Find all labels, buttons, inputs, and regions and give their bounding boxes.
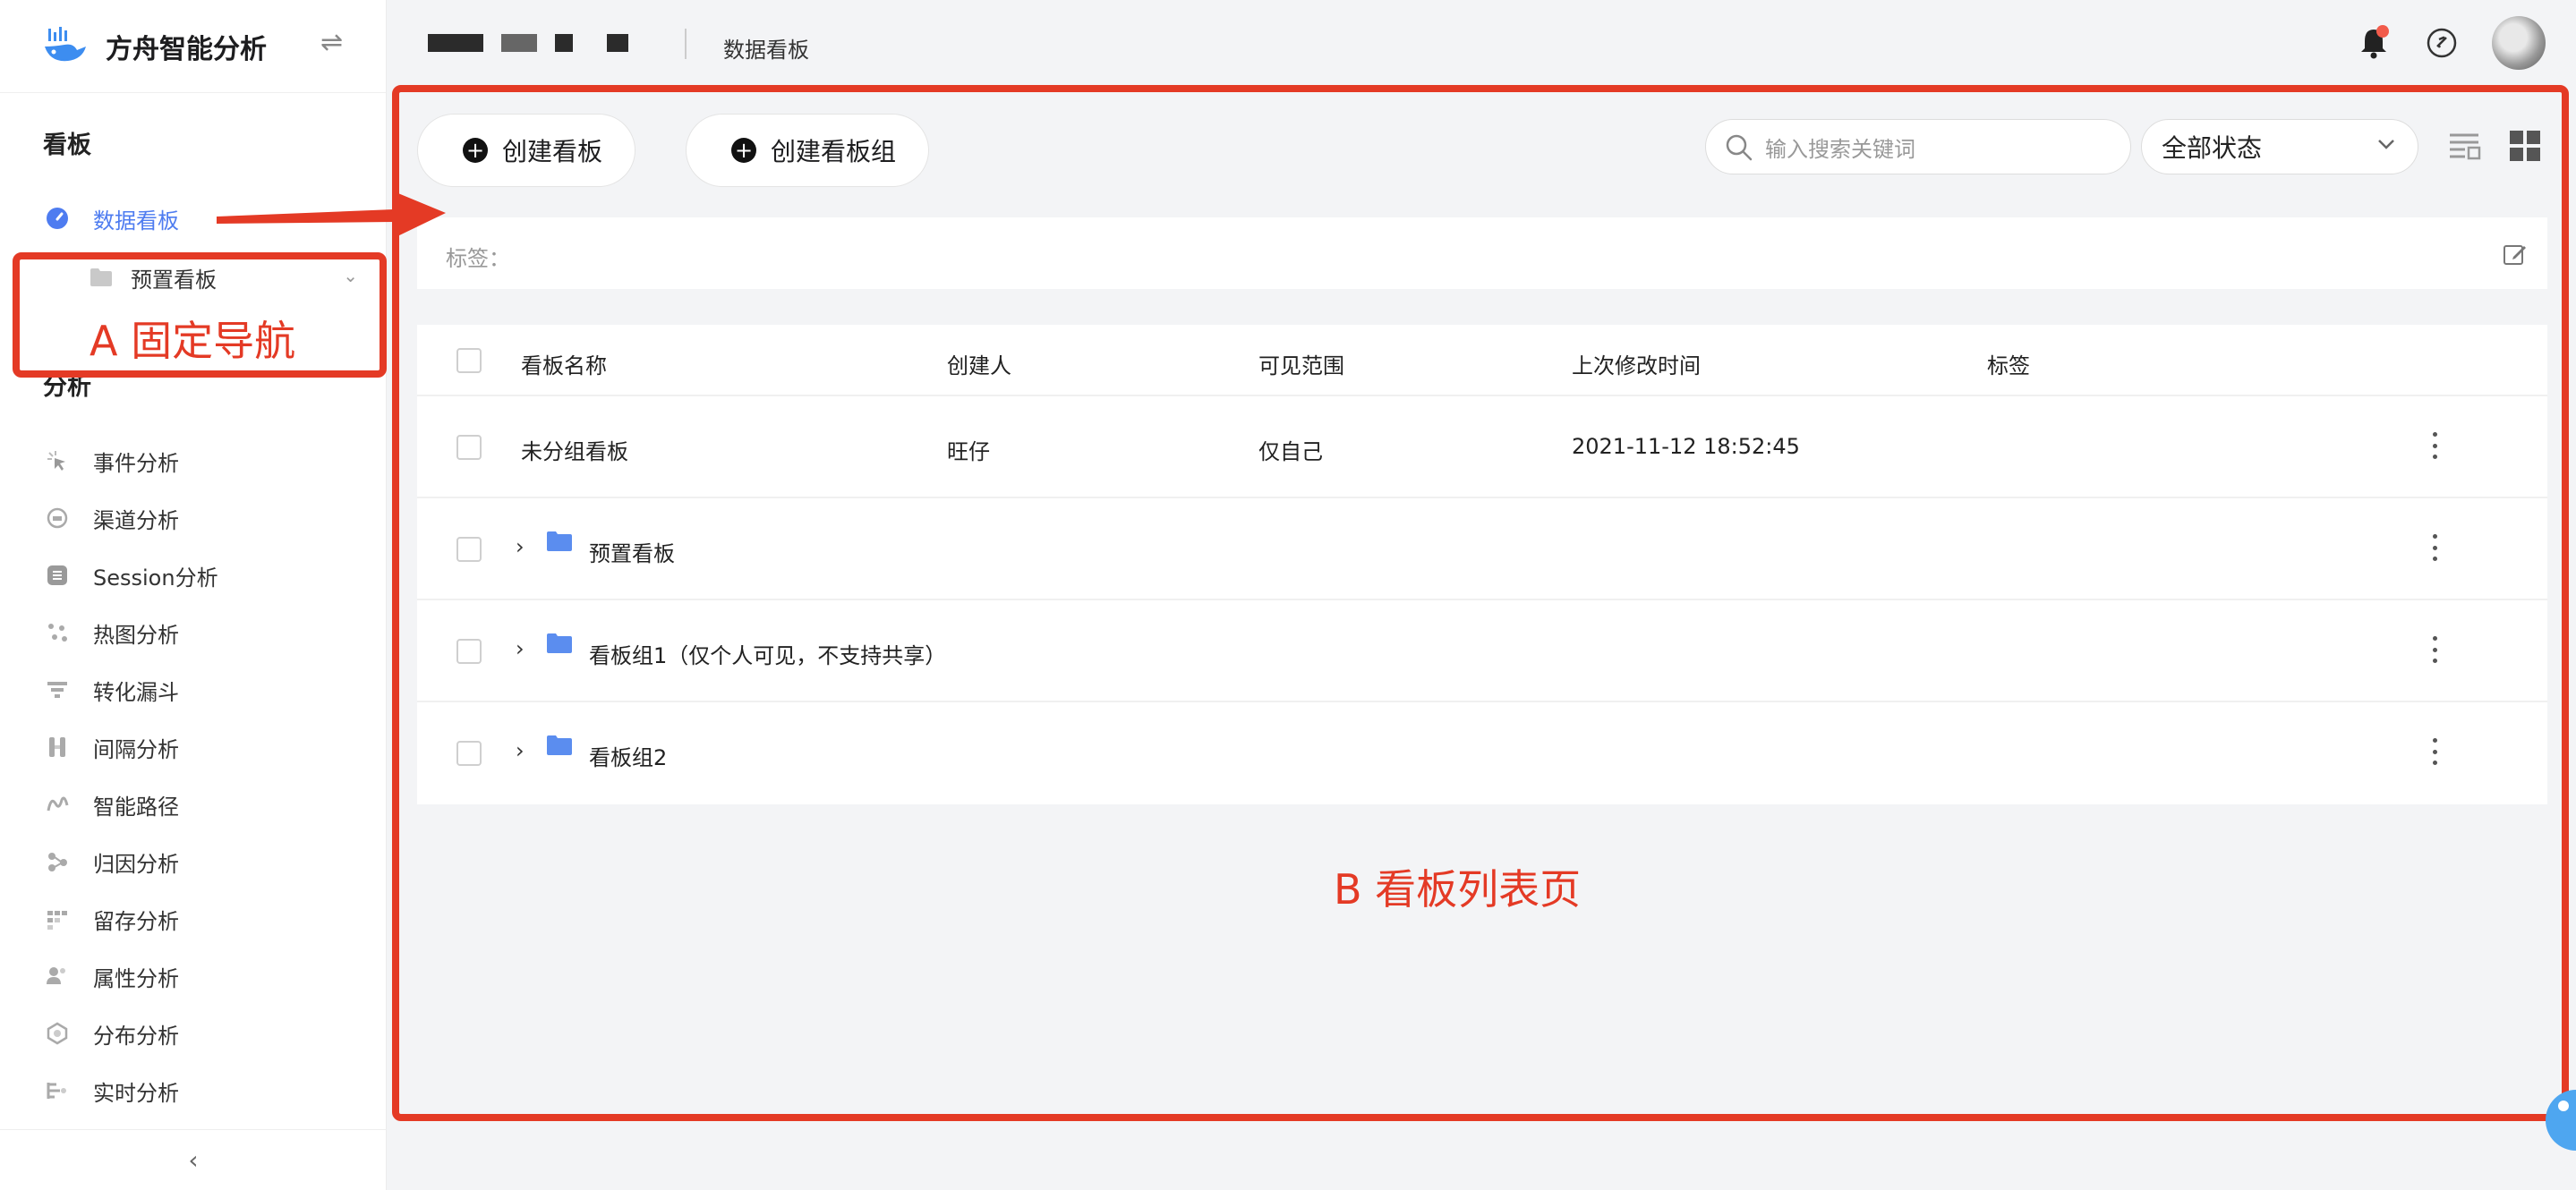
- sidebar-item-label: Session分析: [93, 565, 218, 591]
- channel-icon: [45, 506, 70, 531]
- breadcrumb-redacted: [428, 34, 483, 52]
- brand-title: 方舟智能分析: [106, 33, 267, 65]
- attribution-icon: [45, 849, 70, 874]
- sidebar-item-label: 留存分析: [93, 908, 179, 934]
- users-icon: [45, 964, 70, 989]
- sidebar-item-interval-analysis[interactable]: 间隔分析: [45, 729, 179, 765]
- sidebar-item-funnel[interactable]: 转化漏斗: [45, 672, 179, 708]
- topbar: [387, 0, 2576, 93]
- heatmap-icon: [45, 620, 70, 645]
- breadcrumb-redacted: [501, 34, 537, 52]
- distribution-icon: [45, 1021, 70, 1046]
- sidebar-item-retention[interactable]: 留存分析: [45, 901, 179, 937]
- link-icon[interactable]: [2426, 27, 2458, 59]
- sidebar-item-label: 数据看板: [93, 208, 179, 234]
- interval-icon: [45, 735, 70, 760]
- sidebar-item-label: 转化漏斗: [93, 679, 179, 705]
- sidebar-item-label: 归因分析: [93, 851, 179, 877]
- collapse-sidebar-button[interactable]: ‹: [0, 1129, 387, 1190]
- sidebar-item-label: 热图分析: [93, 622, 179, 648]
- session-icon: [45, 563, 70, 588]
- swap-icon[interactable]: ⇌: [320, 27, 343, 58]
- sidebar-item-label: 智能路径: [93, 794, 179, 820]
- annotation-label-b: B 看板列表页: [1334, 865, 1582, 914]
- sidebar-item-label: 渠道分析: [93, 507, 179, 533]
- sidebar-item-label: 属性分析: [93, 965, 179, 991]
- path-icon: [45, 792, 70, 817]
- sidebar-item-session-analysis[interactable]: Session分析: [45, 557, 218, 593]
- retention-icon: [45, 906, 70, 931]
- sidebar-item-distribution[interactable]: 分布分析: [45, 1016, 179, 1051]
- sidebar-item-smart-path[interactable]: 智能路径: [45, 786, 179, 822]
- sidebar-item-channel-analysis[interactable]: 渠道分析: [45, 500, 179, 536]
- breadcrumb-current[interactable]: 数据看板: [723, 32, 809, 64]
- chevron-left-icon: ‹: [188, 1145, 199, 1175]
- sidebar-item-data-board[interactable]: 数据看板: [45, 200, 179, 236]
- user-avatar[interactable]: [2492, 16, 2546, 70]
- breadcrumb-redacted: [555, 34, 573, 52]
- sidebar-item-label: 分布分析: [93, 1023, 179, 1049]
- whale-logo-icon: [45, 26, 86, 61]
- help-bubble-icon[interactable]: [2533, 1079, 2576, 1160]
- gauge-icon: [45, 206, 70, 231]
- sidebar-item-label: 事件分析: [93, 450, 179, 476]
- sidebar-item-heatmap-analysis[interactable]: 热图分析: [45, 615, 179, 650]
- sidebar-item-property[interactable]: 属性分析: [45, 958, 179, 994]
- sidebar-item-label: 实时分析: [93, 1080, 179, 1106]
- breadcrumb-separator: [685, 29, 687, 59]
- annotation-label-a: A 固定导航: [90, 317, 296, 365]
- annotation-box-b: [392, 85, 2569, 1121]
- sidebar-item-event-analysis[interactable]: 事件分析: [45, 443, 179, 479]
- funnel-icon: [45, 677, 70, 702]
- realtime-icon: [45, 1078, 70, 1103]
- sidebar-item-label: 间隔分析: [93, 736, 179, 762]
- brand: 方舟智能分析 ⇌: [0, 0, 386, 93]
- section-board-title: 看板: [43, 132, 91, 159]
- sidebar-item-realtime[interactable]: 实时分析: [45, 1073, 179, 1109]
- notification-badge: [2376, 25, 2389, 38]
- sidebar-item-attribution[interactable]: 归因分析: [45, 844, 179, 880]
- annotation-arrow-icon: [217, 191, 446, 238]
- breadcrumb-redacted: [607, 34, 628, 52]
- click-icon: [45, 448, 70, 473]
